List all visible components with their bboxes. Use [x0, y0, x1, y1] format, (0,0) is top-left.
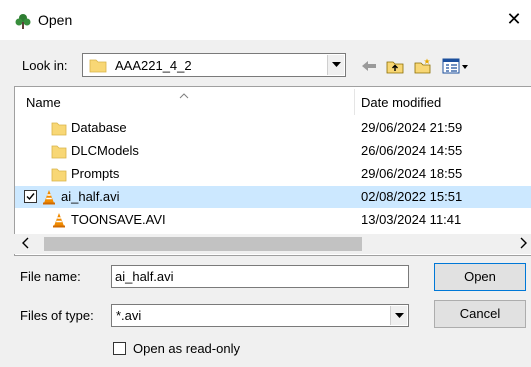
file-type-label: Files of type: — [20, 308, 94, 323]
scrollbar-thumb[interactable] — [44, 237, 362, 251]
scroll-left-icon[interactable] — [22, 237, 30, 252]
open-button[interactable]: Open — [434, 263, 526, 291]
list-item-selected[interactable]: ai_half.avi 02/08/2022 15:51 — [15, 186, 531, 208]
new-folder-icon[interactable] — [414, 58, 432, 74]
folder-icon — [89, 57, 107, 73]
item-checkbox[interactable] — [24, 190, 37, 203]
folder-icon — [51, 143, 67, 159]
file-type-dropdown-button[interactable] — [390, 306, 407, 325]
file-type-value: *.avi — [116, 308, 142, 323]
title-bar: Open ✕ — [0, 0, 531, 40]
look-in-value: AAA221_4_2 — [115, 58, 192, 73]
up-folder-icon[interactable] — [386, 58, 404, 74]
cancel-button[interactable]: Cancel — [434, 300, 526, 328]
look-in-row: Look in: AAA221_4_2 — [0, 48, 531, 82]
file-name: DLCModels — [71, 143, 139, 158]
open-dialog: Open ✕ Look in: AAA221_4_2 Name Date mod… — [0, 0, 531, 367]
file-date: 29/06/2024 21:59 — [361, 120, 463, 135]
file-list[interactable]: Name Date modified Database 29/06/2024 2… — [14, 86, 531, 256]
column-header-date-modified[interactable]: Date modified — [361, 95, 441, 110]
file-date: 02/08/2022 15:51 — [361, 189, 463, 204]
read-only-checkbox[interactable] — [113, 342, 126, 355]
file-name-label: File name: — [20, 269, 81, 284]
vlc-cone-icon — [51, 212, 67, 228]
folder-icon — [51, 120, 67, 136]
file-date: 26/06/2024 14:55 — [361, 143, 463, 158]
list-item[interactable]: Prompts 29/06/2024 18:55 — [15, 163, 531, 185]
file-date: 29/06/2024 18:55 — [361, 166, 463, 181]
file-name: ai_half.avi — [61, 189, 120, 204]
file-type-select[interactable]: *.avi — [111, 304, 409, 327]
look-in-combo[interactable]: AAA221_4_2 — [82, 53, 346, 77]
file-name: Prompts — [71, 166, 120, 181]
vlc-cone-icon — [41, 189, 57, 205]
file-date: 13/03/2024 11:41 — [361, 212, 462, 227]
file-name: TOONSAVE.AVI — [71, 212, 166, 227]
scroll-right-icon[interactable] — [519, 237, 527, 252]
list-header: Name Date modified — [15, 87, 531, 117]
horizontal-scrollbar[interactable] — [14, 234, 531, 254]
file-name: Database — [71, 120, 127, 135]
view-menu-icon[interactable] — [442, 58, 470, 74]
app-icon — [14, 12, 32, 30]
close-button[interactable]: ✕ — [503, 8, 525, 30]
list-item[interactable]: DLCModels 26/06/2024 14:55 — [15, 140, 531, 162]
window-title: Open — [38, 12, 73, 28]
column-divider[interactable] — [354, 89, 355, 115]
look-in-dropdown-button[interactable] — [327, 55, 344, 75]
folder-icon — [51, 166, 67, 182]
list-item[interactable]: Database 29/06/2024 21:59 — [15, 117, 531, 139]
sort-up-icon — [179, 87, 189, 102]
back-icon[interactable] — [360, 58, 378, 74]
read-only-label: Open as read-only — [133, 341, 240, 356]
file-name-input[interactable]: ai_half.avi — [111, 265, 409, 288]
look-in-label: Look in: — [22, 58, 68, 73]
column-header-name[interactable]: Name — [26, 95, 61, 110]
list-item[interactable]: TOONSAVE.AVI 13/03/2024 11:41 — [15, 209, 531, 231]
